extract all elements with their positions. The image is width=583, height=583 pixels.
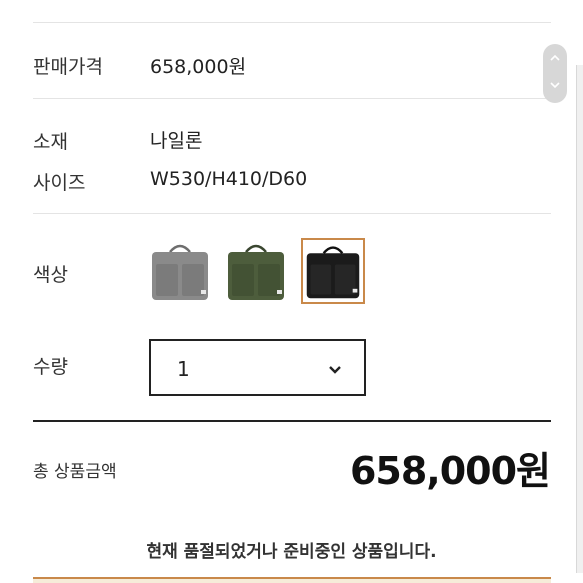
color-swatch-gray[interactable] <box>148 238 212 304</box>
chevron-up-icon <box>543 54 567 61</box>
material-label: 소재 <box>33 131 68 153</box>
scroll-handle[interactable] <box>543 44 567 103</box>
quantity-label: 수량 <box>33 356 68 378</box>
size-label: 사이즈 <box>33 172 86 194</box>
chevron-down-icon <box>543 82 567 89</box>
price-value: 658,000원 <box>150 56 247 78</box>
chevron-down-icon <box>328 360 342 379</box>
color-label: 색상 <box>33 264 68 286</box>
total-price: 658,000원 <box>349 449 551 493</box>
price-label: 판매가격 <box>33 56 103 78</box>
total-divider <box>33 420 551 422</box>
divider <box>33 213 551 214</box>
color-swatch-black[interactable] <box>301 238 365 304</box>
action-button-edge[interactable] <box>33 577 551 583</box>
size-value: W530/H410/D60 <box>150 168 308 190</box>
color-swatch-olive[interactable] <box>224 238 288 304</box>
side-panel-edge <box>576 65 583 573</box>
material-value: 나일론 <box>150 130 203 152</box>
quantity-value: 1 <box>177 357 190 381</box>
divider <box>33 22 551 23</box>
sold-out-notice: 현재 품절되었거나 준비중인 상품입니다. <box>146 542 437 562</box>
product-detail: 판매가격 658,000원 소재 나일론 사이즈 W530/H410/D60 색… <box>0 0 583 583</box>
quantity-select[interactable]: 1 <box>149 339 366 396</box>
total-label: 총 상품금액 <box>33 462 117 482</box>
divider <box>33 98 551 99</box>
